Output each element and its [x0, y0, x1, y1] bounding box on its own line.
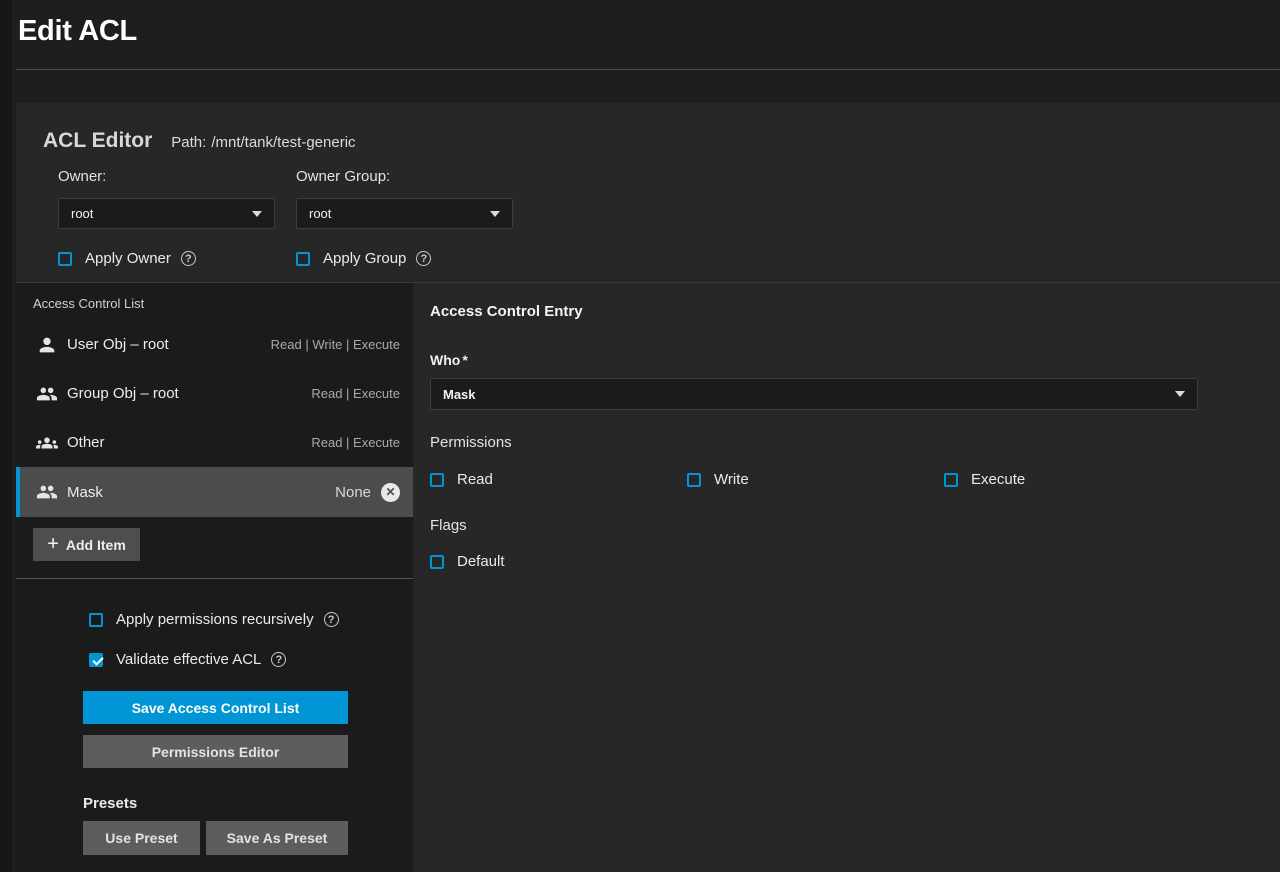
list-item[interactable]: User Obj – root Read | Write | Execute [16, 320, 413, 369]
permissions-heading: Permissions [430, 434, 1280, 451]
apply-group-label: Apply Group [323, 250, 406, 267]
path-value: /mnt/tank/test-generic [211, 134, 355, 151]
read-permission[interactable]: Read [430, 471, 687, 488]
save-as-preset-button[interactable]: Save As Preset [206, 821, 348, 855]
write-label: Write [714, 471, 749, 488]
left-edge-strip [0, 0, 12, 872]
ace-permissions-summary: Read | Write | Execute [271, 337, 400, 352]
ace-label: Mask [67, 484, 103, 501]
required-marker: * [462, 352, 467, 368]
presets-title: Presets [83, 795, 413, 812]
owner-select-value: root [71, 206, 93, 221]
owner-label: Owner: [58, 168, 296, 185]
flags-heading: Flags [430, 517, 1280, 534]
page-title: Edit ACL [18, 15, 1280, 48]
owner-fields: Owner: root Apply Owner ? Owner Group: r… [43, 168, 1280, 267]
validate-label: Validate effective ACL [116, 651, 261, 668]
ace-permissions-summary: Read | Execute [311, 386, 400, 401]
dataset-path: Path: /mnt/tank/test-generic [171, 134, 355, 151]
person-icon [36, 334, 58, 356]
read-checkbox[interactable] [430, 473, 444, 487]
acl-rows: User Obj – root Read | Write | Execute G… [16, 320, 413, 517]
acl-list-panel: Access Control List User Obj – root Read… [16, 283, 413, 872]
permissions-checkboxes: Read Write Execute [430, 471, 1280, 488]
acl-editor-section: ACL Editor Path: /mnt/tank/test-generic O… [16, 103, 1280, 283]
help-icon[interactable]: ? [324, 612, 339, 627]
execute-label: Execute [971, 471, 1025, 488]
path-label: Path: [171, 134, 206, 151]
apply-group-checkbox[interactable] [296, 252, 310, 266]
help-icon[interactable]: ? [416, 251, 431, 266]
recursive-row[interactable]: Apply permissions recursively ? [89, 611, 413, 628]
default-checkbox[interactable] [430, 555, 444, 569]
who-select-value: Mask [443, 387, 476, 402]
chevron-down-icon [252, 211, 262, 217]
ace-permissions-summary: None [335, 484, 371, 501]
add-item-button[interactable]: + Add Item [33, 528, 140, 561]
page-header: Edit ACL [16, 0, 1280, 70]
ace-permissions-summary: Read | Execute [311, 435, 400, 450]
remove-ace-icon[interactable]: ✕ [381, 483, 400, 502]
list-item[interactable]: Group Obj – root Read | Execute [16, 369, 413, 418]
entry-title: Access Control Entry [430, 303, 1280, 320]
read-label: Read [457, 471, 493, 488]
apply-owner-checkbox[interactable] [58, 252, 72, 266]
execute-permission[interactable]: Execute [944, 471, 1201, 488]
help-icon[interactable]: ? [181, 251, 196, 266]
execute-checkbox[interactable] [944, 473, 958, 487]
who-select[interactable]: Mask [430, 378, 1198, 410]
owner-group-select[interactable]: root [296, 198, 513, 229]
recursive-checkbox[interactable] [89, 613, 103, 627]
editor-title: ACL Editor [43, 129, 152, 153]
groups-icon [36, 432, 58, 454]
permissions-editor-button[interactable]: Permissions Editor [83, 735, 348, 768]
list-item[interactable]: Mask None ✕ [16, 467, 413, 517]
validate-checkbox[interactable] [89, 653, 103, 667]
owner-group-label: Owner Group: [296, 168, 534, 185]
default-label: Default [457, 553, 505, 570]
acl-list-title: Access Control List [33, 296, 413, 311]
preset-buttons: Use Preset Save As Preset [83, 821, 413, 855]
editor-title-row: ACL Editor Path: /mnt/tank/test-generic [43, 129, 1280, 153]
owner-group-column: Owner Group: root Apply Group ? [296, 168, 534, 267]
people-icon [36, 383, 58, 405]
editor-body: Access Control List User Obj – root Read… [16, 283, 1280, 872]
access-control-entry-panel: Access Control Entry Who* Mask Permissio… [413, 283, 1280, 872]
ace-label: Group Obj – root [67, 385, 179, 402]
apply-group-row[interactable]: Apply Group ? [296, 250, 534, 267]
save-acl-button[interactable]: Save Access Control List [83, 691, 348, 724]
ace-label: User Obj – root [67, 336, 169, 353]
use-preset-button[interactable]: Use Preset [83, 821, 200, 855]
add-item-label: Add Item [66, 537, 126, 553]
ace-label: Other [67, 434, 105, 451]
recursive-label: Apply permissions recursively [116, 611, 314, 628]
chevron-down-icon [1175, 391, 1185, 397]
people-icon [36, 481, 58, 503]
owner-select[interactable]: root [58, 198, 275, 229]
owner-group-select-value: root [309, 206, 331, 221]
write-permission[interactable]: Write [687, 471, 944, 488]
acl-actions: Apply permissions recursively ? Validate… [16, 579, 413, 855]
write-checkbox[interactable] [687, 473, 701, 487]
acl-editor-card: ACL Editor Path: /mnt/tank/test-generic O… [16, 103, 1280, 872]
chevron-down-icon [490, 211, 500, 217]
owner-column: Owner: root Apply Owner ? [58, 168, 296, 267]
apply-owner-row[interactable]: Apply Owner ? [58, 250, 296, 267]
who-label: Who* [430, 352, 1280, 368]
default-flag[interactable]: Default [430, 553, 1280, 570]
apply-owner-label: Apply Owner [85, 250, 171, 267]
plus-icon: + [47, 534, 59, 554]
help-icon[interactable]: ? [271, 652, 286, 667]
list-item[interactable]: Other Read | Execute [16, 418, 413, 467]
validate-row[interactable]: Validate effective ACL ? [89, 651, 413, 668]
